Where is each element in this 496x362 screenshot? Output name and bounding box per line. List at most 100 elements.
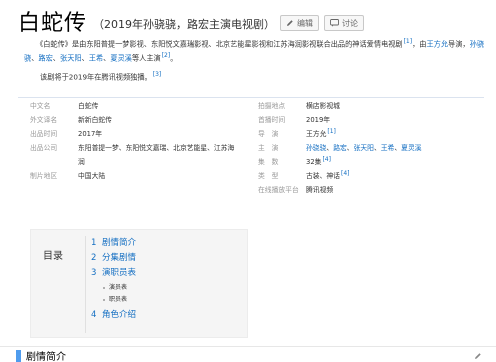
info-value: 中国大陆	[78, 172, 106, 180]
info-row: 出品时间 2017年	[30, 128, 102, 140]
info-label: 类 型	[258, 172, 279, 180]
discuss-button[interactable]: 讨论	[324, 15, 365, 31]
title-row: 白蛇传 （2019年孙骁骁，路宏主演电视剧） 编辑 讨论	[18, 6, 365, 36]
info-row: 类 型 古装、神话 [4]	[258, 170, 349, 182]
summary-ref-1[interactable]: [1]	[404, 38, 413, 45]
info-label: 导 演	[258, 130, 279, 138]
summary-text-2: ，由	[412, 39, 427, 49]
section-accent-bar	[16, 349, 21, 362]
broadcast-note: 该剧将于2019年在腾讯视频独播。[3]	[40, 71, 161, 82]
info-row: 主 演孙骁骁、路宏、张天阳、王希、夏灵溪	[258, 142, 422, 154]
toc-subitem-label: 职员表	[109, 296, 128, 303]
section-heading: 剧情简介	[16, 348, 66, 362]
bullet-icon	[103, 286, 105, 289]
toc-divider	[85, 236, 86, 333]
toc-item-label: 分集剧情	[102, 253, 137, 263]
summary-text-1: 《白蛇传》是由东阳普提一梦影视、东阳悦文嘉瑞影视、北京艺能星影视和江苏海润影视联…	[36, 39, 403, 49]
info-row: 首播时间 2019年	[258, 114, 330, 126]
toc-item-number: 2	[91, 253, 97, 263]
discuss-label: 讨论	[342, 18, 359, 28]
info-value: 2019年	[306, 116, 331, 124]
cast-separator: 、	[326, 144, 334, 152]
toc-subitem-crew[interactable]: 职员表	[103, 294, 127, 303]
info-label: 在线播放平台	[258, 186, 299, 194]
info-label: 外文译名	[30, 116, 58, 124]
info-row: 在线播放平台 腾讯视频	[258, 184, 333, 196]
note-text: 该剧将于2019年在腾讯视频独播。	[40, 72, 152, 82]
cast-link[interactable]: 王希	[381, 142, 395, 152]
comment-icon	[330, 19, 339, 27]
section-edit-icon[interactable]	[474, 352, 482, 360]
info-value: 王方允	[306, 130, 327, 138]
toc-item-characters[interactable]: 4 角色介绍	[91, 308, 136, 320]
toc-item-label: 角色介绍	[102, 310, 137, 320]
info-value: 2017年	[78, 130, 103, 138]
toc-item-number: 3	[91, 268, 97, 278]
edit-label: 编辑	[297, 18, 314, 28]
cast-link[interactable]: 张天阳	[354, 142, 374, 152]
section-title: 剧情简介	[26, 352, 66, 362]
info-value: 润	[78, 158, 85, 166]
toc-item-number: 1	[91, 238, 97, 248]
summary-text-3: 导演，	[448, 39, 470, 49]
toc-item-cast-crew[interactable]: 3 演职员表	[91, 266, 136, 278]
toc-subitem-cast[interactable]: 演员表	[103, 282, 127, 291]
summary-sep-3: 、	[81, 53, 89, 63]
cast-link[interactable]: 路宏	[333, 142, 347, 152]
summary-ref-2[interactable]: [2]	[162, 52, 171, 59]
actor-link-3[interactable]: 张天阳	[60, 54, 82, 63]
toc-item-plot-summary[interactable]: 1 剧情简介	[91, 236, 136, 248]
cast-separator: 、	[373, 144, 381, 152]
info-value: 白蛇传	[78, 102, 99, 110]
cast-link[interactable]: 孙骁骁	[306, 142, 326, 152]
info-label: 中文名	[30, 102, 51, 110]
info-label: 首播时间	[258, 116, 286, 124]
info-value: 横店影视城	[306, 102, 340, 110]
summary-paragraph: 《白蛇传》是由东阳普提一梦影视、东阳悦文嘉瑞影视、北京艺能星影视和江苏海润影视联…	[24, 36, 484, 65]
actor-link-5[interactable]: 夏灵溪	[110, 54, 132, 63]
toc-item-label: 剧情简介	[102, 238, 137, 248]
cast-link[interactable]: 夏灵溪	[401, 142, 421, 152]
table-of-contents: 目录 1 剧情简介 2 分集剧情 3 演职员表 演员表 职员表 4 角色介绍	[30, 229, 248, 338]
info-row: 出品公司 东阳普提一梦、东阳悦文嘉瑞、北京艺能星、江苏海	[30, 142, 234, 154]
note-ref[interactable]: [3]	[153, 71, 162, 78]
toc-title: 目录	[43, 251, 63, 262]
edit-button[interactable]: 编辑	[280, 15, 320, 31]
info-value: 腾讯视频	[306, 186, 334, 194]
toc-item-episodes[interactable]: 2 分集剧情	[91, 251, 136, 263]
pencil-icon	[287, 20, 293, 26]
info-row: 导 演 王方允 [1]	[258, 128, 336, 140]
info-row: 外文译名 新新白蛇传	[30, 114, 112, 126]
actor-link-4[interactable]: 王希	[89, 54, 103, 63]
info-ref[interactable]: [4]	[341, 170, 350, 177]
page-title: 白蛇传	[18, 11, 88, 36]
toc-subitem-label: 演员表	[109, 284, 128, 291]
section-divider	[0, 346, 496, 347]
summary-text-5: 。	[170, 53, 178, 63]
info-value: 东阳普提一梦、东阳悦文嘉瑞、北京艺能星、江苏海	[78, 144, 235, 152]
bullet-icon	[103, 298, 105, 301]
info-row: 润	[30, 156, 85, 168]
info-row: 中文名 白蛇传	[30, 100, 98, 112]
info-value: 32集	[306, 158, 322, 166]
info-label: 出品时间	[30, 130, 58, 138]
director-link[interactable]: 王方允	[426, 39, 448, 48]
summary-sep-2: 、	[52, 53, 60, 63]
actor-link-2[interactable]: 路宏	[38, 54, 52, 63]
info-label: 拍摄地点	[258, 102, 286, 110]
cast-separator: 、	[346, 144, 354, 152]
info-row: 拍摄地点 横店影视城	[258, 100, 340, 112]
basic-info-box: 中文名 白蛇传 外文译名 新新白蛇传 出品时间 2017年 出品公司 东阳普提一梦、东阳…	[18, 97, 484, 194]
info-label: 制片地区	[30, 172, 58, 180]
info-ref[interactable]: [4]	[322, 156, 331, 163]
info-row: 制片地区 中国大陆	[30, 170, 105, 182]
info-value: 新新白蛇传	[78, 116, 112, 124]
info-ref[interactable]: [1]	[327, 128, 336, 135]
info-label: 出品公司	[30, 144, 58, 152]
toc-item-number: 4	[91, 310, 97, 320]
info-label: 主 演	[258, 144, 279, 152]
cast-separator: 、	[394, 144, 402, 152]
page-subtitle: （2019年孙骁骁，路宏主演电视剧）	[93, 17, 276, 31]
info-label: 集 数	[258, 158, 279, 166]
info-value: 古装、神话	[306, 172, 340, 180]
